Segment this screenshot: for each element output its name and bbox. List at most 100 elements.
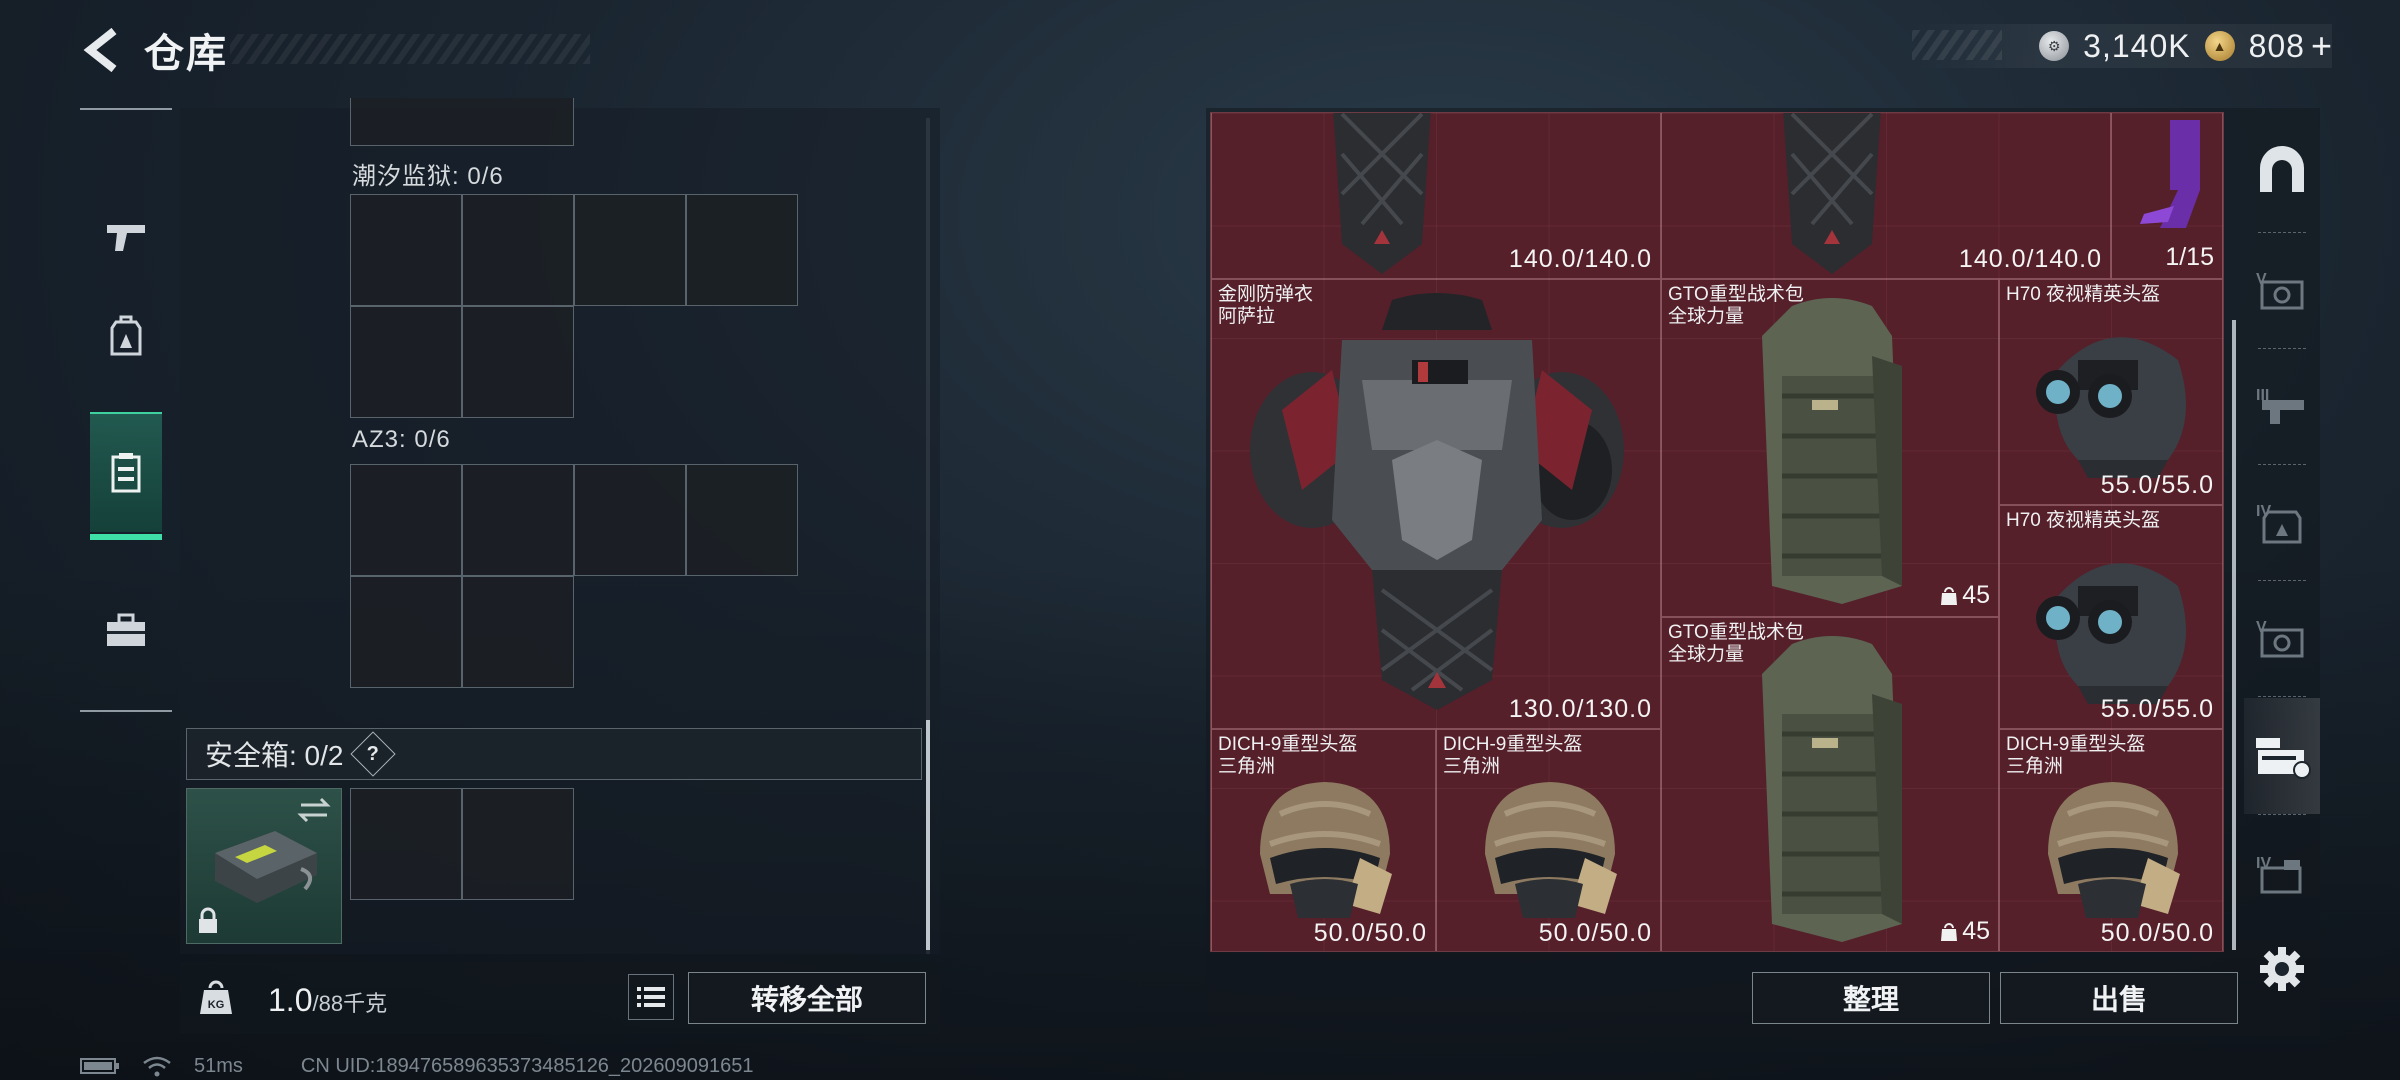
gun-icon [107, 225, 145, 251]
container-cell[interactable] [462, 306, 574, 418]
toolbox-icon [107, 613, 145, 646]
item-capacity-value: 45 [1962, 917, 1990, 945]
backpack-icon [1762, 636, 1902, 942]
storage-item[interactable]: DICH-9重型头盔 三角洲 50.0/50.0 [1436, 729, 1661, 951]
container-cell[interactable] [350, 576, 462, 688]
header: 仓库 [80, 22, 590, 78]
settings-button[interactable] [2244, 924, 2320, 1014]
item-stack-count: 1/15 [2165, 243, 2214, 271]
storage-tab-6[interactable]: IV [2244, 816, 2320, 932]
container-cell[interactable] [462, 194, 574, 306]
list-view-button[interactable] [628, 974, 674, 1020]
heavy-helmet-icon [1260, 782, 1392, 918]
storage-item[interactable]: 140.0/140.0 [1661, 113, 2111, 279]
storage-tab-icon: IV [2256, 503, 2302, 544]
armor-vest-icon [1250, 293, 1624, 710]
container-cell[interactable] [350, 194, 462, 306]
storage-tab-all[interactable] [2244, 112, 2320, 228]
pistol-icon [2140, 120, 2200, 228]
storage-tab-nav: V III IV V IV [2244, 108, 2320, 991]
item-durability: 140.0/140.0 [1958, 245, 2102, 273]
container-cell[interactable] [686, 194, 798, 306]
user-uid: CN UID:1894765896353734851​26_2026090916… [300, 1054, 754, 1077]
tab-separator [2258, 696, 2306, 697]
slot-label-tidal-prison: 潮汐监狱: 0/6 [352, 163, 504, 190]
item-name: DICH-9重型头盔 三角洲 [1218, 734, 1358, 777]
equipment-container-panel: 潮汐监狱: 0/6 AZ3: 0/6 安全箱: 0/2 ? [180, 98, 940, 954]
transfer-all-button[interactable]: 转移全部 [688, 972, 926, 1024]
storage-scrollbar[interactable] [2232, 320, 2236, 950]
add-currency-button[interactable]: + [2311, 25, 2332, 67]
storage-tab-icon: IV [2256, 855, 2302, 894]
nav-item-tools[interactable] [90, 570, 162, 690]
container-cell[interactable] [350, 464, 462, 576]
weight-unit-label: KG [208, 999, 225, 1011]
capacity-bag-icon [1941, 922, 1958, 941]
item-durability: 130.0/130.0 [1508, 695, 1652, 723]
storage-item[interactable]: DICH-9重型头盔 三角洲 50.0/50.0 [1211, 729, 1436, 951]
storage-grid: 140.0/140.0 140.0/140.0 1/15 金刚防弹衣 阿萨拉 1… [1210, 112, 2224, 952]
container-cell[interactable] [462, 464, 574, 576]
silver-balance: 3,140K [2083, 27, 2191, 64]
safebox-header: 安全箱: 0/2 ? [186, 728, 922, 780]
sell-button[interactable]: 出售 [2000, 972, 2238, 1024]
container-cell[interactable] [350, 306, 462, 418]
container-cell[interactable] [350, 98, 574, 146]
battery-icon [80, 1058, 119, 1074]
storage-item[interactable]: GTO重型战术包 全球力量 45 [1661, 279, 1999, 617]
armor-vest-icon [1783, 113, 1881, 274]
item-durability: 50.0/50.0 [1538, 919, 1652, 947]
storage-item[interactable]: 1/15 [2111, 113, 2223, 279]
storage-tab-4[interactable]: V [2244, 580, 2320, 696]
left-category-nav [80, 108, 172, 712]
swap-icon [297, 797, 331, 823]
nav-item-armor[interactable] [90, 276, 162, 396]
safebox-item[interactable] [186, 788, 342, 944]
container-cell[interactable] [462, 576, 574, 688]
carry-weight-max: /88千克 [312, 991, 388, 1016]
container-cell[interactable] [686, 464, 798, 576]
sort-button[interactable]: 整理 [1752, 972, 1990, 1024]
safebox-cell[interactable] [350, 788, 462, 900]
storage-item[interactable]: 140.0/140.0 [1211, 113, 1661, 279]
item-durability: 140.0/140.0 [1508, 245, 1652, 273]
item-name: H70 夜视精英头盔 [2006, 510, 2161, 531]
nav-divider [80, 710, 172, 712]
page-title: 仓库 [144, 32, 228, 76]
currency-bar: ⚙ 3,140K ▲ 808 + [1912, 24, 2332, 68]
night-vision-helmet-icon [2036, 563, 2186, 704]
nav-divider [80, 108, 172, 110]
back-button[interactable] [80, 25, 124, 75]
item-capacity: 45 [1940, 917, 1990, 946]
help-icon[interactable]: ? [350, 731, 397, 777]
storage-tab-2[interactable]: III [2244, 348, 2320, 464]
storage-item[interactable]: H70 夜视精英头盔 55.0/55.0 [1999, 505, 2223, 729]
item-name: DICH-9重型头盔 三角洲 [1443, 734, 1583, 777]
safebox-cell[interactable] [462, 788, 574, 900]
storage-item[interactable]: GTO重型战术包 全球力量 45 [1661, 617, 1999, 951]
backpack-icon [1762, 298, 1902, 604]
ping-readout: 51ms [194, 1054, 243, 1077]
wifi-icon [143, 1056, 171, 1077]
panel-scrollbar-thumb[interactable] [926, 720, 930, 950]
storage-tab-icon: V [2256, 619, 2304, 658]
storage-item[interactable]: 金刚防弹衣 阿萨拉 130.0/130.0 [1211, 279, 1661, 729]
carry-weight-value: 1.0 [268, 982, 313, 1018]
nav-item-containers[interactable] [90, 412, 162, 540]
storage-tab-3[interactable]: IV [2244, 464, 2320, 580]
container-cell[interactable] [574, 194, 686, 306]
storage-tab-icon: V [2256, 271, 2304, 310]
container-icon [111, 453, 141, 493]
weight-icon: KG [200, 980, 232, 1014]
capacity-bag-icon [1941, 586, 1958, 605]
storage-tab-5[interactable] [2244, 698, 2320, 814]
storage-item[interactable]: H70 夜视精英头盔 55.0/55.0 [1999, 279, 2223, 505]
chevron-left-icon [83, 27, 117, 73]
item-durability: 50.0/50.0 [1313, 919, 1427, 947]
gold-balance: 808 [2248, 27, 2305, 64]
storage-tab-1[interactable]: V [2244, 232, 2320, 348]
weight-bar: KG 1.0/88千克 转移全部 [180, 962, 940, 1034]
gold-coin-icon: ▲ [2204, 31, 2235, 61]
storage-item[interactable]: DICH-9重型头盔 三角洲 50.0/50.0 [1999, 729, 2223, 951]
container-cell[interactable] [574, 464, 686, 576]
